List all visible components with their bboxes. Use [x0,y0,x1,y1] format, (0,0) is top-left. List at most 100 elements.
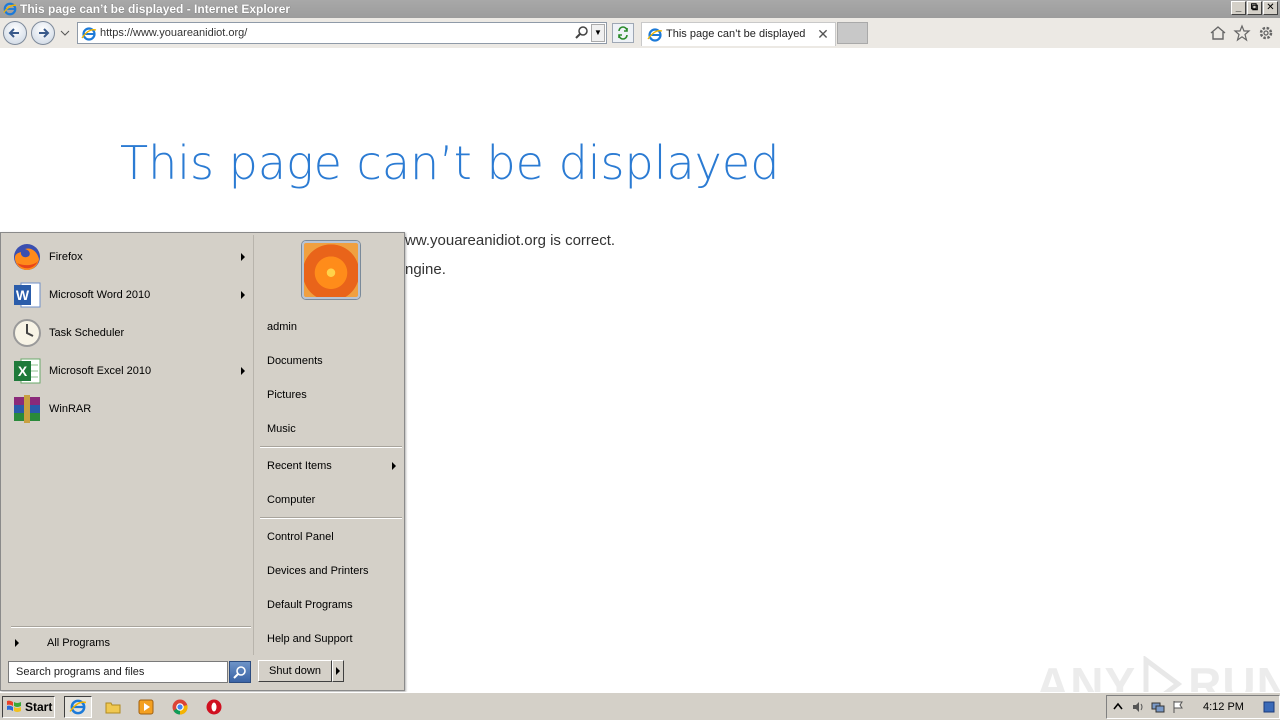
start-item-devices-printers[interactable]: Devices and Printers [260,557,402,585]
clock[interactable]: 4:12 PM [1203,696,1244,718]
submenu-arrow-icon [241,291,245,299]
recent-pages-dropdown-icon[interactable] [60,29,70,37]
program-label: Firefox [49,251,83,263]
start-search-input[interactable]: Search programs and files [8,661,228,683]
start-item-computer[interactable]: Computer [260,486,402,514]
minimize-button[interactable]: _ [1231,1,1246,15]
separator [11,626,251,627]
refresh-icon [618,26,628,40]
internet-explorer-icon [3,2,17,16]
taskbar-ie-button[interactable] [64,696,92,718]
item-label: admin [267,321,297,333]
separator [260,446,402,447]
navigation-bar: https://www.youareanidiot.org/ ▼ This pa… [0,18,1280,48]
windows-logo-icon [7,700,21,712]
system-tray: 4:12 PM [1106,695,1280,719]
start-item-help-support[interactable]: Help and Support [260,625,402,653]
taskbar-media-player-button[interactable] [132,696,160,718]
taskbar-chrome-button[interactable] [166,696,194,718]
error-heading: This page can’t be displayed [120,136,780,190]
start-item-admin[interactable]: admin [260,313,402,341]
browser-tab[interactable]: This page can’t be displayed ✕ [641,22,836,46]
program-firefox[interactable]: Firefox [9,239,253,275]
program-label: Task Scheduler [49,327,125,339]
window-controls: _ ⧉ ✕ [1231,1,1278,15]
back-arrow-icon [8,28,19,38]
search-placeholder: Search programs and files [16,666,145,678]
arrow-right-icon [336,667,340,675]
address-dropdown-button[interactable]: ▼ [591,24,605,42]
start-label: Start [25,700,53,714]
item-label: Documents [267,355,323,367]
error-hint-line-1: ww.youareanidiot.org is correct. [405,232,616,249]
program-excel[interactable]: X Microsoft Excel 2010 [9,353,253,389]
title-bar: This page can’t be displayed - Internet … [0,0,1280,18]
opera-icon [206,699,222,715]
all-programs-label: All Programs [47,637,110,649]
svg-text:W: W [16,287,30,303]
start-item-control-panel[interactable]: Control Panel [260,523,402,551]
taskbar: Start 4:12 PM [0,692,1280,720]
word-icon: W [14,282,41,308]
forward-button[interactable] [31,21,55,45]
start-item-documents[interactable]: Documents [260,347,402,375]
settings-gear-icon[interactable] [1257,24,1275,42]
arrow-right-icon [15,639,19,647]
network-icon[interactable] [1151,700,1165,714]
excel-icon: X [14,358,41,384]
address-bar[interactable]: https://www.youareanidiot.org/ ▼ [77,22,607,44]
home-icon[interactable] [1209,24,1227,42]
chrome-icon [172,699,188,715]
volume-icon[interactable] [1131,700,1145,714]
restore-button[interactable]: ⧉ [1247,1,1262,15]
start-search-button[interactable] [229,661,251,683]
program-word[interactable]: W Microsoft Word 2010 [9,277,253,313]
firefox-icon [14,244,40,271]
action-center-flag-icon[interactable] [1171,700,1185,714]
start-item-default-programs[interactable]: Default Programs [260,591,402,619]
tab-close-icon[interactable]: ✕ [815,26,831,42]
window-title: This page can’t be displayed - Internet … [20,2,291,16]
ie-page-icon [81,27,97,41]
item-label: Help and Support [267,633,353,645]
program-winrar[interactable]: WinRAR [9,391,253,427]
forward-arrow-icon [39,28,50,38]
favorites-star-icon[interactable] [1233,24,1251,42]
new-tab-button[interactable] [837,22,868,44]
shutdown-options-button[interactable] [332,660,344,682]
item-label: Recent Items [267,460,332,472]
magnifier-icon [233,666,246,679]
back-button[interactable] [3,21,27,45]
start-item-recent-items[interactable]: Recent Items [260,452,402,480]
start-button[interactable]: Start [2,696,55,718]
show-desktop-icon[interactable] [1263,700,1275,714]
item-label: Computer [267,494,316,506]
item-label: Devices and Printers [267,565,369,577]
taskbar-explorer-button[interactable] [99,696,127,718]
clock-icon [13,319,41,347]
start-menu-places-pane: admin Documents Pictures Music Recent It… [255,235,404,655]
all-programs-button[interactable]: All Programs [11,633,251,653]
program-task-scheduler[interactable]: Task Scheduler [9,315,253,351]
media-player-icon [138,699,154,715]
program-label: Microsoft Excel 2010 [49,365,152,377]
tab-title: This page can’t be displayed [666,28,806,40]
shutdown-label: Shut down [269,665,321,677]
search-icon[interactable] [574,25,590,41]
ie-icon [69,699,87,715]
start-item-music[interactable]: Music [260,415,402,443]
user-avatar[interactable] [302,241,360,299]
start-menu: Firefox W Microsoft Word 2010 Task Sched… [0,232,405,691]
refresh-button[interactable] [612,23,634,43]
shutdown-button[interactable]: Shut down [258,660,332,682]
item-label: Default Programs [267,599,353,611]
svg-text:X: X [18,363,28,379]
address-url[interactable]: https://www.youareanidiot.org/ [100,23,247,43]
item-label: Pictures [267,389,307,401]
submenu-arrow-icon [241,253,245,261]
explorer-folder-icon [105,702,121,714]
start-item-pictures[interactable]: Pictures [260,381,402,409]
close-window-button[interactable]: ✕ [1263,1,1278,15]
show-hidden-icons-icon[interactable] [1111,700,1125,714]
taskbar-opera-button[interactable] [200,696,228,718]
